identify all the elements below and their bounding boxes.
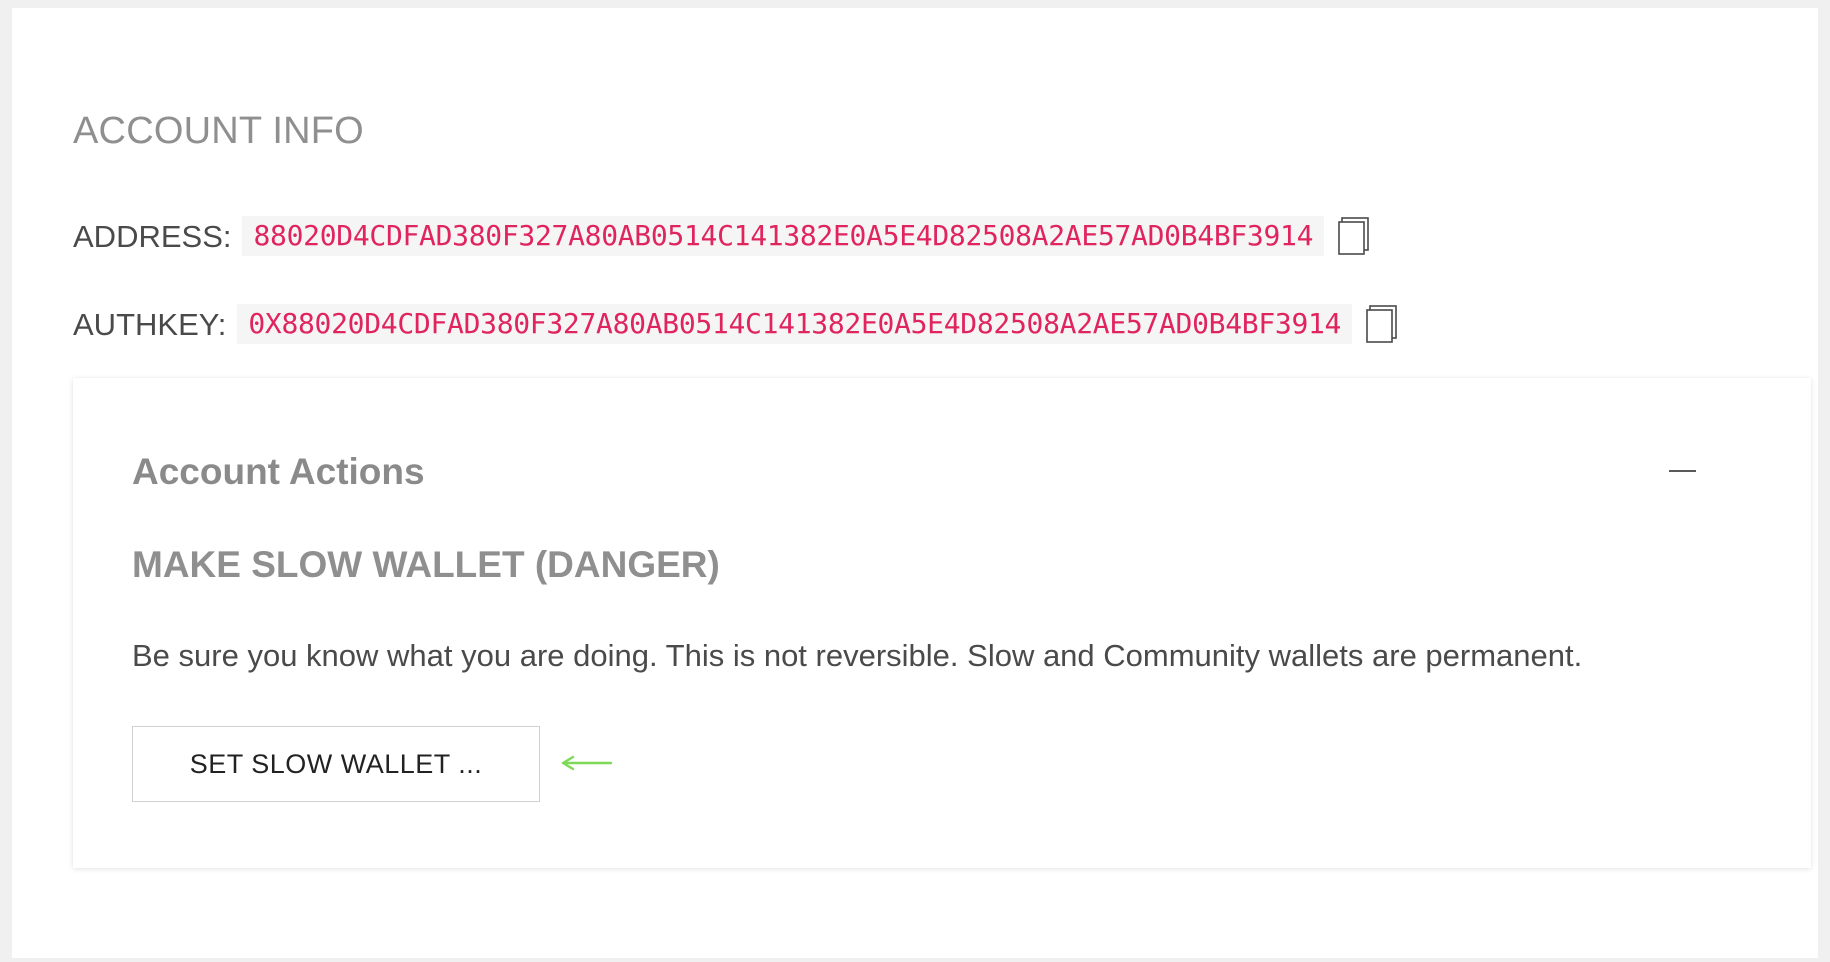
minus-icon[interactable] <box>1667 455 1697 485</box>
account-actions-card: Account Actions MAKE SLOW WALLET (DANGER… <box>73 378 1811 868</box>
address-value: 88020D4CDFAD380F327A80AB0514C141382E0A5E… <box>242 216 1325 256</box>
authkey-label: AUTHKEY: <box>73 306 227 342</box>
address-row: ADDRESS: 88020D4CDFAD380F327A80AB0514C14… <box>73 216 1370 256</box>
account-page: ACCOUNT INFO ADDRESS: 88020D4CDFAD380F32… <box>12 8 1818 958</box>
account-info-title: ACCOUNT INFO <box>73 110 364 152</box>
minus-icon-bar <box>1669 470 1696 472</box>
slow-wallet-section-title: MAKE SLOW WALLET (DANGER) <box>132 544 720 585</box>
copy-authkey-icon[interactable] <box>1366 305 1398 343</box>
address-label: ADDRESS: <box>73 218 232 254</box>
account-actions-title: Account Actions <box>132 451 425 492</box>
copy-address-icon[interactable] <box>1338 217 1370 255</box>
authkey-row: AUTHKEY: 0X88020D4CDFAD380F327A80AB0514C… <box>73 304 1398 344</box>
arrow-left-icon <box>561 755 613 771</box>
set-slow-wallet-button[interactable]: SET SLOW WALLET ... <box>132 726 540 802</box>
slow-wallet-warning: Be sure you know what you are doing. Thi… <box>132 638 1583 673</box>
authkey-value: 0X88020D4CDFAD380F327A80AB0514C141382E0A… <box>237 304 1353 344</box>
